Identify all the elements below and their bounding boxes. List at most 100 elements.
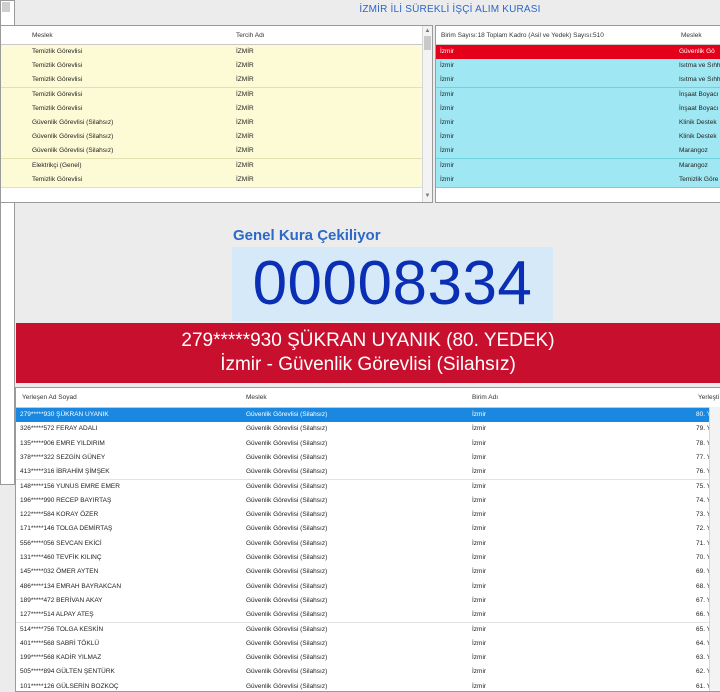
table-row[interactable]: 131*****460 TEVFİK KILINÇ Güvenlik Görevl… (16, 551, 720, 567)
cell-tercih: İZMİR (236, 133, 254, 141)
scroll-up-icon[interactable]: ▲ (423, 27, 432, 36)
cell-ad-soyad: 196*****990 RECEP BAYIRTAŞ (20, 496, 112, 504)
table-row[interactable]: İzmir Marangoz (436, 144, 720, 160)
table-row[interactable]: İzmir Klinik Destek (436, 116, 720, 131)
cell-ad-soyad: 199*****568 KADİR YILMAZ (20, 654, 102, 662)
cell-tercih: İZMİR (236, 48, 254, 55)
table-row[interactable]: Temizlik Görevlisi İZMİR (1, 101, 423, 117)
results-grid-scrollbar[interactable] (709, 407, 720, 691)
table-row[interactable]: 189*****472 BERİVAN AKAY Güvenlik Görevli… (16, 593, 720, 610)
cell-birim: İzmir (472, 668, 487, 676)
table-row[interactable]: Temizlik Görevlisi İZMİR (1, 87, 423, 103)
table-row[interactable]: 148*****156 YUNUS EMRE EMER Güvenlik Göre… (16, 479, 720, 495)
cell-ad-soyad: 279*****930 ŞÜKRAN UYANIK (20, 411, 109, 418)
table-row[interactable]: İzmir İnşaat Boyacı (436, 101, 720, 117)
cell-meslek: Temizlik Görevlisi (32, 104, 83, 112)
cell-birim: İzmir (472, 511, 487, 519)
table-row[interactable]: Güvenlik Görevlisi (Silahsız) İZMİR (1, 130, 423, 146)
table-row[interactable]: 127*****514 ALPAY ATEŞ Güvenlik Görevlisi… (16, 608, 720, 624)
cell-ad-soyad: 378*****322 SEZGİN GÜNEY (20, 453, 106, 461)
cell-meslek: Güvenlik Görevlisi (Silahsız) (246, 468, 328, 476)
table-row[interactable]: Temizlik Görevlisi İZMİR (1, 73, 423, 89)
cell-birim: İzmir (440, 62, 455, 70)
table-row[interactable]: 135*****906 EMRE YILDIRIM Güvenlik Görevl… (16, 436, 720, 452)
header-birim-sayisi[interactable]: Birim Sayısı:18 Toplam Kadro (Asil ve Ye… (441, 32, 604, 39)
cell-birim: İzmir (472, 453, 487, 461)
cell-ad-soyad: 148*****156 YUNUS EMRE EMER (20, 482, 120, 490)
cell-meslek: Isıtma ve Sıhh (679, 62, 720, 70)
table-row[interactable]: 413*****316 İBRAHİM ŞİMŞEK Güvenlik Görev… (16, 465, 720, 481)
header-meslek[interactable]: Meslek (32, 32, 53, 39)
header-meslek[interactable]: Meslek (681, 32, 702, 39)
birim-grid-header: Birim Sayısı:18 Toplam Kadro (Asil ve Ye… (436, 26, 720, 45)
header-meslek[interactable]: Meslek (246, 394, 267, 401)
cell-ad-soyad: 556*****056 SEVCAN EKİCİ (20, 539, 102, 547)
table-row[interactable]: İzmir Isıtma ve Sıhh (436, 73, 720, 89)
side-list-scroll-thumb[interactable] (2, 2, 10, 12)
cell-ad-soyad: 135*****906 EMRE YILDIRIM (20, 439, 105, 447)
tercih-grid-header: Meslek Tercih Adı (1, 26, 432, 45)
tercih-grid[interactable]: Meslek Tercih Adı Temizlik Görevlisi İZMİ… (0, 25, 433, 203)
table-row[interactable]: 514*****756 TOLGA KESKİN Güvenlik Görevli… (16, 622, 720, 638)
table-row[interactable]: 122*****584 KORAY ÖZER Güvenlik Görevlisi… (16, 508, 720, 524)
winner-line-2: İzmir - Güvenlik Görevlisi (Silahsız) (220, 354, 516, 375)
table-row[interactable]: 101*****126 GÜLSERİN BOZKOÇ Güvenlik Göre… (16, 679, 720, 691)
table-row[interactable]: 505*****894 GÜLTEN ŞENTÜRK Güvenlik Görev… (16, 665, 720, 681)
scroll-thumb[interactable] (424, 36, 431, 50)
cell-meslek: Güvenlik Görevlisi (Silahsız) (246, 639, 328, 647)
cell-ad-soyad: 131*****460 TEVFİK KILINÇ (20, 554, 102, 561)
app-title: İZMİR İLİ SÜREKLİ İŞÇİ ALIM KURASI (359, 4, 541, 15)
table-row[interactable]: İzmir Marangoz (436, 158, 720, 174)
cell-ad-soyad: 101*****126 GÜLSERİN BOZKOÇ (20, 682, 119, 690)
birim-grid[interactable]: Birim Sayısı:18 Toplam Kadro (Asil ve Ye… (435, 25, 720, 203)
draw-number: 00008334 (252, 249, 533, 318)
cell-meslek: Marangoz (679, 161, 708, 169)
cell-meslek: Güvenlik Görevlisi (Silahsız) (246, 411, 328, 418)
table-row[interactable]: 401*****568 SABRİ TÖKLÜ Güvenlik Görevlis… (16, 636, 720, 653)
table-row[interactable]: 171*****146 TOLGA DEMİRTAŞ Güvenlik Görev… (16, 522, 720, 538)
cell-birim: İzmir (472, 654, 487, 662)
cell-tercih: İZMİR (236, 104, 254, 112)
table-row[interactable]: 556*****056 SEVCAN EKİCİ Güvenlik Görevli… (16, 536, 720, 552)
cell-meslek: Güvenlik Görevlisi (Silahsız) (246, 625, 328, 633)
table-row[interactable]: 378*****322 SEZGİN GÜNEY Güvenlik Görevli… (16, 450, 720, 467)
table-row[interactable]: Temizlik Görevlisi İZMİR (1, 59, 423, 75)
cell-ad-soyad: 486*****134 EMRAH BAYRAKCAN (20, 582, 122, 590)
table-row[interactable]: Temizlik Görevlisi İZMİR (1, 45, 423, 60)
cell-tercih: İZMİR (236, 76, 254, 84)
cell-meslek: Güvenlik Görevlisi (Silahsız) (246, 453, 328, 461)
cell-birim: İzmir (472, 539, 487, 547)
table-row[interactable]: 486*****134 EMRAH BAYRAKCAN Güvenlik Göre… (16, 579, 720, 595)
results-grid[interactable]: Yerleşen Ad Soyad Meslek Birim Adı Yerle… (15, 387, 720, 692)
draw-counter: 00008334 (232, 247, 553, 321)
table-row[interactable]: Güvenlik Görevlisi (Silahsız) İZMİR (1, 144, 423, 160)
table-row[interactable]: 145*****032 ÖMER AYTEN Güvenlik Görevlisi… (16, 565, 720, 581)
tercih-grid-scrollbar[interactable]: ▲ ▼ (422, 26, 432, 202)
table-row[interactable]: 196*****990 RECEP BAYIRTAŞ Güvenlik Görev… (16, 493, 720, 510)
cell-meslek: Güvenlik Görevlisi (Silahsız) (246, 482, 328, 490)
table-row[interactable]: İzmir Isıtma ve Sıhh (436, 59, 720, 75)
cell-ad-soyad: 514*****756 TOLGA KESKİN (20, 625, 104, 633)
table-row[interactable]: Elektrikçi (Genel) İZMİR (1, 158, 423, 174)
table-row[interactable]: İzmir Güvenlik Gö (436, 45, 720, 60)
scroll-down-icon[interactable]: ▼ (423, 192, 432, 201)
table-row[interactable]: İzmir Klinik Destek (436, 130, 720, 146)
winner-line-1: 279*****930 ŞÜKRAN UYANIK (80. YEDEK) (181, 330, 555, 351)
cell-meslek: Güvenlik Görevlisi (Silahsız) (246, 439, 328, 447)
table-row[interactable]: İzmir Temizlik Göre (436, 172, 720, 188)
cell-birim: İzmir (472, 525, 487, 533)
cell-meslek: Güvenlik Gö (679, 48, 715, 55)
table-row[interactable]: İzmir İnşaat Boyacı (436, 87, 720, 103)
table-row[interactable]: Temizlik Görevlisi İZMİR (1, 172, 423, 188)
cell-meslek: Marangoz (679, 147, 708, 155)
table-row[interactable]: 279*****930 ŞÜKRAN UYANIK Güvenlik Görevl… (16, 408, 720, 424)
header-birim-adi[interactable]: Birim Adı (472, 394, 498, 401)
table-row[interactable]: 326*****572 FERAY ADALI Güvenlik Görevlis… (16, 422, 720, 438)
table-row[interactable]: Güvenlik Görevlisi (Silahsız) İZMİR (1, 116, 423, 131)
header-yerlesti[interactable]: Yerleşti (698, 394, 719, 401)
header-ad-soyad[interactable]: Yerleşen Ad Soyad (22, 394, 77, 401)
cell-meslek: Temizlik Görevlisi (32, 76, 83, 84)
header-tercih-adi[interactable]: Tercih Adı (236, 32, 265, 39)
cell-birim: İzmir (472, 468, 487, 476)
table-row[interactable]: 199*****568 KADİR YILMAZ Güvenlik Görevli… (16, 651, 720, 667)
